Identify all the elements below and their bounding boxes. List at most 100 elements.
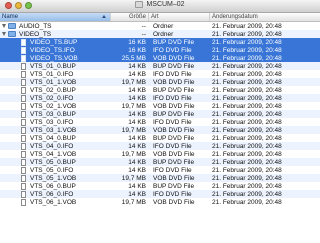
file-row[interactable]: VTS_05_0.IFO 14 KB IFO DVD File 21. Februar…	[0, 166, 320, 174]
file-kind: Ordner	[153, 30, 174, 38]
file-date: 21. Februar 2009, 20:48	[212, 70, 282, 78]
file-size: 19,7 MB	[121, 78, 146, 86]
name-cell: VTS_04_0.IFO	[0, 142, 111, 150]
file-size: 14 KB	[128, 62, 146, 70]
file-name: VIDEO_TS	[19, 30, 52, 38]
file-date: 21. Februar 2009, 20:48	[212, 86, 282, 94]
file-date: 21. Februar 2009, 20:48	[212, 46, 282, 54]
name-cell: VTS_05_0.BUP	[0, 158, 111, 166]
file-row[interactable]: VTS_03_1.VOB 19,7 MB VOB DVD File 21. Febru…	[0, 126, 320, 134]
file-row[interactable]: VTS_05_0.BUP 14 KB BUP DVD File 21. Februar…	[0, 158, 320, 166]
column-name-label: Name	[2, 14, 19, 20]
file-size: 25,5 MB	[121, 54, 146, 62]
file-name: VTS_06_0.BUP	[30, 182, 76, 190]
name-cell: VTS_03_0.BUP	[0, 110, 111, 118]
file-row[interactable]: VIDEO_TS.IFO 16 KB IFO DVD File 21. Februar…	[0, 46, 320, 54]
file-name: VTS_05_0.IFO	[30, 166, 74, 174]
name-cell: VTS_02_0.IFO	[0, 94, 111, 102]
file-icon	[21, 158, 26, 166]
column-size-header[interactable]: Größe	[111, 13, 149, 21]
file-row[interactable]: VTS_02_1.VOB 19,7 MB VOB DVD File 21. Febru…	[0, 102, 320, 110]
file-kind: VOB DVD File	[153, 198, 195, 206]
file-kind: VOB DVD File	[153, 102, 195, 110]
folder-icon	[8, 31, 16, 37]
file-kind: IFO DVD File	[153, 118, 192, 126]
file-name: VTS_03_0.BUP	[30, 110, 76, 118]
file-name: VIDEO_TS.VOB	[30, 54, 78, 62]
file-icon	[21, 94, 26, 102]
file-size: 19,7 MB	[121, 174, 146, 182]
file-date: 21. Februar 2009, 20:48	[212, 62, 282, 70]
name-cell: VTS_01_1.VOB	[0, 78, 111, 86]
column-name-header[interactable]: Name	[0, 13, 111, 21]
column-kind-label: Art	[151, 14, 159, 20]
file-row[interactable]: VTS_02_0.BUP 14 KB BUP DVD File 21. Februar…	[0, 86, 320, 94]
name-cell: VTS_05_1.VOB	[0, 174, 111, 182]
sort-ascending-icon	[102, 15, 106, 18]
file-size: --	[141, 22, 146, 30]
file-row[interactable]: VIDEO_TS.BUP 16 KB BUP DVD File 21. Februar…	[0, 38, 320, 46]
file-icon	[21, 86, 26, 94]
name-cell: VIDEO_TS	[0, 31, 111, 38]
file-row[interactable]: VTS_01_0.IFO 14 KB IFO DVD File 21. Februar…	[0, 70, 320, 78]
file-icon	[21, 70, 26, 78]
file-date: 21. Februar 2009, 20:48	[212, 126, 282, 134]
name-cell: VTS_03_1.VOB	[0, 126, 111, 134]
file-kind: IFO DVD File	[153, 142, 192, 150]
file-name: VIDEO_TS.IFO	[30, 46, 75, 54]
file-row[interactable]: VTS_05_1.VOB 19,7 MB VOB DVD File 21. Febru…	[0, 174, 320, 182]
file-size: 14 KB	[128, 110, 146, 118]
file-icon	[21, 142, 26, 150]
file-size: 16 KB	[128, 46, 146, 54]
column-date-header[interactable]: Änderungsdatum	[210, 13, 320, 21]
file-icon	[21, 182, 26, 190]
file-name: VTS_06_0.IFO	[30, 190, 74, 198]
file-name: VTS_02_0.IFO	[30, 94, 74, 102]
file-name: VTS_04_0.BUP	[30, 134, 76, 142]
file-row[interactable]: VTS_01_0.BUP 14 KB BUP DVD File 21. Februar…	[0, 62, 320, 70]
file-date: 21. Februar 2009, 20:48	[212, 78, 282, 86]
name-cell: VIDEO_TS.BUP	[0, 38, 111, 46]
disclosure-triangle-icon[interactable]	[2, 32, 6, 36]
file-icon	[21, 190, 26, 198]
name-cell: VTS_03_0.IFO	[0, 118, 111, 126]
disclosure-triangle-icon[interactable]	[2, 24, 6, 28]
file-row[interactable]: VTS_06_0.BUP 14 KB BUP DVD File 21. Februar…	[0, 182, 320, 190]
file-kind: BUP DVD File	[153, 182, 195, 190]
file-date: 21. Februar 2009, 20:48	[212, 166, 282, 174]
file-size: 14 KB	[128, 118, 146, 126]
file-row[interactable]: VTS_03_0.BUP 14 KB BUP DVD File 21. Februar…	[0, 110, 320, 118]
file-row[interactable]: VIDEO_TS.VOB 25,5 MB VOB DVD File 21. Febru…	[0, 54, 320, 62]
file-name: VIDEO_TS.BUP	[30, 38, 78, 46]
file-icon	[21, 110, 26, 118]
file-size: 14 KB	[128, 190, 146, 198]
window-title-area: MSCUM–02	[0, 1, 320, 8]
file-row[interactable]: VTS_03_0.IFO 14 KB IFO DVD File 21. Februar…	[0, 118, 320, 126]
file-row[interactable]: VTS_04_1.VOB 19,7 MB VOB DVD File 21. Febru…	[0, 150, 320, 158]
file-row[interactable]: VTS_04_0.IFO 14 KB IFO DVD File 21. Februar…	[0, 142, 320, 150]
file-row[interactable]: VTS_01_1.VOB 19,7 MB VOB DVD File 21. Febru…	[0, 78, 320, 86]
file-icon	[21, 102, 26, 110]
name-cell: VIDEO_TS.IFO	[0, 46, 111, 54]
file-name: VTS_02_1.VOB	[30, 102, 77, 110]
file-name: VTS_01_1.VOB	[30, 78, 77, 86]
file-size: 19,7 MB	[121, 150, 146, 158]
file-row[interactable]: VTS_06_1.VOB 19,7 MB VOB DVD File 21. Febru…	[0, 198, 320, 206]
folder-row[interactable]: AUDIO_TS -- Ordner 21. Februar 2009, 20:48	[0, 22, 320, 30]
disc-icon	[135, 1, 144, 8]
file-size: --	[141, 30, 146, 38]
column-header: Name Größe Art Änderungsdatum	[0, 13, 320, 22]
title-bar[interactable]: MSCUM–02	[0, 0, 320, 13]
file-row[interactable]: VTS_02_0.IFO 14 KB IFO DVD File 21. Februar…	[0, 94, 320, 102]
file-row[interactable]: VTS_06_0.IFO 14 KB IFO DVD File 21. Februar…	[0, 190, 320, 198]
file-kind: BUP DVD File	[153, 158, 195, 166]
file-size: 14 KB	[128, 142, 146, 150]
column-kind-header[interactable]: Art	[149, 13, 210, 21]
file-kind: BUP DVD File	[153, 86, 195, 94]
file-size: 19,7 MB	[121, 102, 146, 110]
file-name: VTS_03_1.VOB	[30, 126, 77, 134]
folder-row[interactable]: VIDEO_TS -- Ordner 21. Februar 2009, 20:48	[0, 30, 320, 38]
file-date: 21. Februar 2009, 20:48	[212, 190, 282, 198]
file-name: VTS_05_0.BUP	[30, 158, 76, 166]
file-row[interactable]: VTS_04_0.BUP 14 KB BUP DVD File 21. Februar…	[0, 134, 320, 142]
